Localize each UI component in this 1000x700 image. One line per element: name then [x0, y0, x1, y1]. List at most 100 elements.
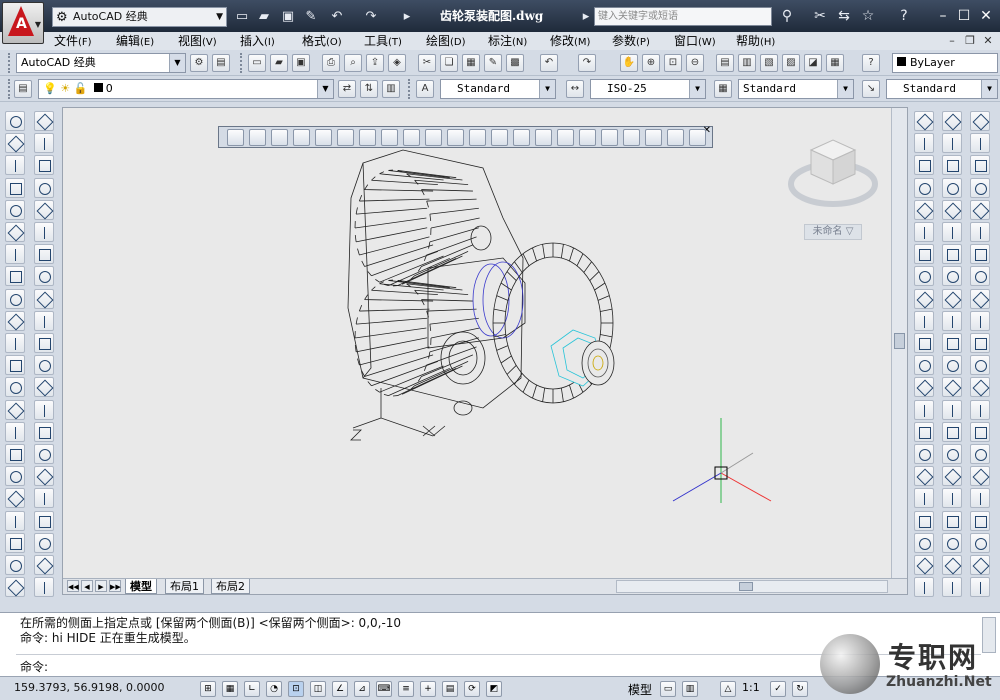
doc-close-button[interactable]: ✕ — [980, 33, 996, 49]
tool-button-icon[interactable] — [942, 421, 962, 442]
quick-view-layouts-icon[interactable]: ▭ — [660, 681, 676, 697]
tool-button-icon[interactable] — [942, 399, 962, 420]
application-menu-button[interactable]: ▼ — [2, 2, 44, 44]
scroll-thumb[interactable] — [739, 582, 753, 591]
search-input[interactable]: 键入关键字或短语 — [594, 7, 772, 26]
menu-item[interactable]: 工具(T) — [364, 32, 426, 50]
tool-button-icon[interactable] — [942, 244, 962, 265]
match-properties-icon[interactable]: ✎ — [484, 54, 502, 72]
tool-button-icon[interactable] — [914, 577, 934, 598]
tool-button-icon[interactable] — [5, 244, 25, 265]
workspace-combo[interactable]: AutoCAD 经典 ▼ — [16, 53, 186, 73]
annotation-scale[interactable]: 1:1 — [742, 681, 760, 694]
paste-icon[interactable]: ▦ — [462, 54, 480, 72]
menu-item[interactable]: 窗口(W) — [674, 32, 736, 50]
tool-button-icon[interactable] — [5, 444, 25, 464]
toolbar-lock-icon[interactable]: ▤ — [212, 54, 230, 72]
tool-button-icon[interactable] — [34, 266, 54, 287]
close-button[interactable]: ✕ — [975, 6, 997, 26]
zoom-window-icon[interactable]: ⊡ — [664, 54, 682, 72]
tool-button-icon[interactable] — [34, 532, 54, 553]
viewcube-icon[interactable] — [788, 139, 878, 207]
tool-button-icon[interactable] — [5, 222, 25, 242]
expand-arrow-icon[interactable]: ▸ — [577, 8, 595, 26]
tool-button-icon[interactable] — [914, 555, 934, 575]
undo-icon[interactable]: ↶ — [540, 54, 558, 72]
tool-button-icon[interactable] — [34, 333, 54, 353]
zoom-previous-icon[interactable]: ⊖ — [686, 54, 704, 72]
tool-button-icon[interactable] — [970, 377, 990, 398]
binoculars-icon[interactable]: ⚲ — [777, 7, 797, 25]
tool-button-icon[interactable] — [914, 532, 934, 553]
tool-button-icon[interactable] — [914, 266, 934, 287]
tab-layout1[interactable]: 布局1 — [165, 579, 204, 594]
quick-view-drawings-icon[interactable]: ▥ — [682, 681, 698, 697]
minimize-button[interactable]: – — [932, 6, 954, 26]
mleader-style-icon[interactable]: ↘ — [862, 80, 880, 98]
save-icon[interactable]: ▣ — [279, 8, 297, 26]
tool-button-icon[interactable] — [34, 177, 54, 198]
tool-button-icon[interactable] — [970, 532, 990, 553]
tool-button-icon[interactable] — [34, 133, 54, 154]
tool-button-icon[interactable] — [970, 288, 990, 309]
tool-button-icon[interactable] — [914, 466, 934, 487]
menu-item[interactable]: 绘图(D) — [426, 32, 488, 50]
help-icon[interactable]: ? — [894, 7, 914, 25]
tool-button-icon[interactable] — [5, 133, 25, 154]
tool-button-icon[interactable] — [5, 199, 25, 220]
tool-button-icon[interactable] — [914, 222, 934, 242]
workspace-settings-icon[interactable]: ⚙ — [190, 54, 208, 72]
doc-restore-button[interactable]: ❐ — [962, 33, 978, 49]
help-icon[interactable]: ? — [862, 54, 880, 72]
model-viewport[interactable] — [63, 108, 908, 595]
layer-previous-icon[interactable]: ⇅ — [360, 80, 378, 98]
tool-button-icon[interactable] — [5, 355, 25, 376]
crosshair-icon[interactable]: + — [420, 681, 436, 697]
menu-item[interactable]: 文件(F) — [54, 32, 116, 50]
menu-item[interactable]: 标注(N) — [488, 32, 550, 50]
tool-button-icon[interactable] — [5, 177, 25, 198]
tool-button-icon[interactable] — [970, 133, 990, 154]
undo-icon[interactable]: ↶ — [328, 8, 346, 26]
tool-button-icon[interactable] — [5, 399, 25, 420]
tool-button-icon[interactable] — [942, 444, 962, 464]
tool-button-icon[interactable] — [5, 510, 25, 531]
plot-preview-icon[interactable]: ⌕ — [344, 54, 362, 72]
toolbar-grip[interactable] — [8, 79, 12, 99]
tool-button-icon[interactable] — [970, 488, 990, 509]
toolbar-grip[interactable] — [240, 53, 244, 73]
tool-button-icon[interactable] — [5, 488, 25, 509]
tool-button-icon[interactable] — [970, 399, 990, 420]
doc-minimize-button[interactable]: – — [944, 33, 960, 49]
tool-button-icon[interactable] — [970, 310, 990, 331]
auto-scale-icon[interactable]: ↻ — [792, 681, 808, 697]
menu-item[interactable]: 修改(M) — [550, 32, 612, 50]
tool-button-icon[interactable] — [914, 510, 934, 531]
dynamic-input-icon[interactable]: ⌨ — [376, 681, 392, 697]
model-space-toggle[interactable]: 模型 — [628, 681, 652, 698]
tool-button-icon[interactable] — [942, 177, 962, 198]
tool-button-icon[interactable] — [942, 333, 962, 353]
tool-button-icon[interactable] — [970, 555, 990, 575]
dim-style-icon[interactable]: ↔ — [566, 80, 584, 98]
menu-item[interactable]: 视图(V) — [178, 32, 240, 50]
tool-button-icon[interactable] — [970, 266, 990, 287]
selection-cycling-icon[interactable]: ⟳ — [464, 681, 480, 697]
dynamic-ucs-icon[interactable]: ⊿ — [354, 681, 370, 697]
tool-button-icon[interactable] — [914, 399, 934, 420]
menu-item[interactable]: 插入(I) — [240, 32, 302, 50]
command-input[interactable]: 命令: — [20, 658, 48, 675]
tool-button-icon[interactable] — [970, 199, 990, 220]
grid-display-icon[interactable]: ▦ — [222, 681, 238, 697]
text-style-icon[interactable]: A — [416, 80, 434, 98]
tool-button-icon[interactable] — [914, 155, 934, 176]
gear-pump-model[interactable] — [347, 149, 615, 441]
properties-icon[interactable]: ▤ — [716, 54, 734, 72]
tool-button-icon[interactable] — [5, 111, 25, 131]
first-tab-icon[interactable]: ◀◀ — [67, 580, 79, 592]
drawing-canvas[interactable]: ✕ 未命名 ▽ ◀◀ ◀ ▶ ▶▶ 模型 布局1 布局2 — [62, 107, 908, 595]
design-center-icon[interactable]: ▥ — [738, 54, 756, 72]
tool-button-icon[interactable] — [942, 133, 962, 154]
layer-combo[interactable]: 💡 ☀ 🔓 0 ▼ — [38, 79, 334, 99]
tool-button-icon[interactable] — [5, 333, 25, 353]
